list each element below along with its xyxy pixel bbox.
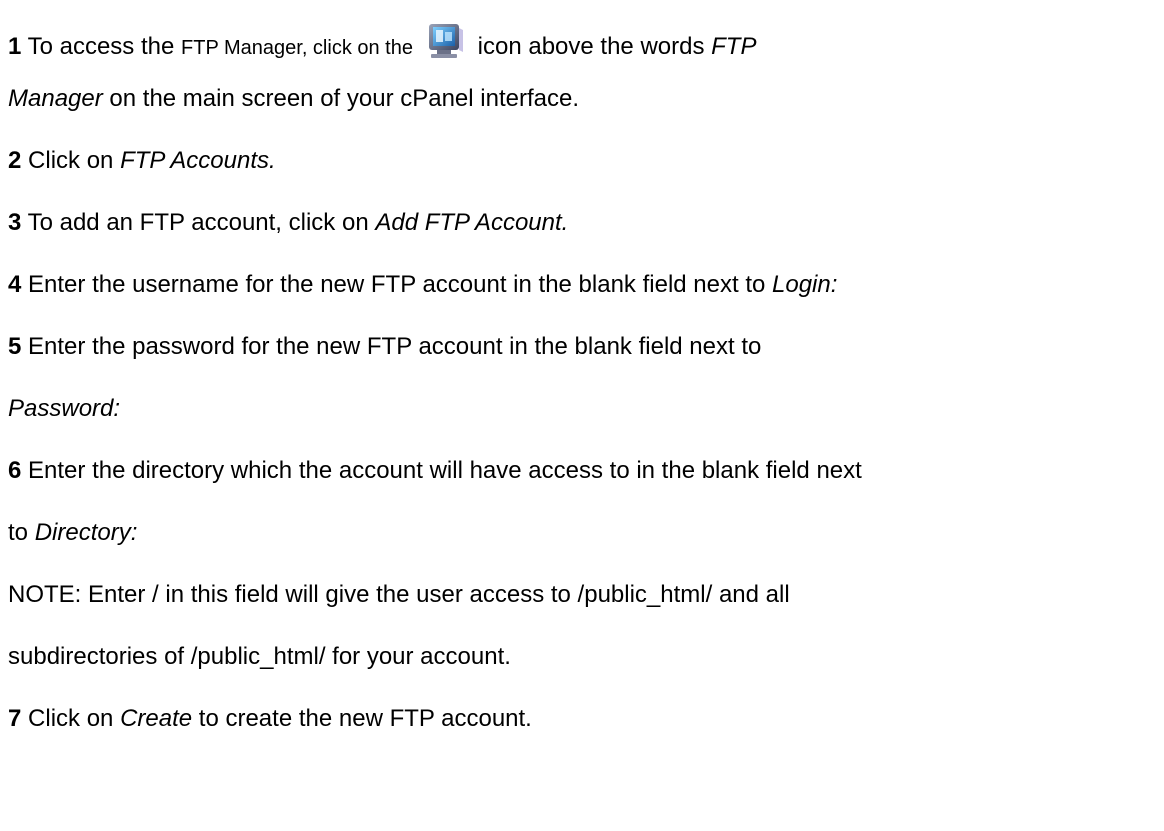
step-text-italic: Login:: [772, 271, 838, 298]
step-text: FTP Manager, click on the: [181, 37, 413, 59]
ftp-manager-monitor-icon: [425, 22, 465, 60]
step-text-italic: Directory:: [34, 519, 138, 546]
step-5-line-2: Password:: [8, 394, 120, 424]
step-number: 4: [8, 271, 22, 298]
step-2: 2 Click on FTP Accounts.: [8, 146, 276, 176]
step-text-italic: Password:: [8, 395, 121, 422]
step-text: to create the new FTP account.: [198, 705, 532, 732]
step-text-italic: FTP: [711, 33, 757, 60]
step-1-line-1: 1 To access the FTP Manager, click on th…: [8, 22, 756, 63]
step-number: 3: [8, 209, 22, 236]
step-1-line-2: Manager on the main screen of your cPane…: [8, 84, 579, 114]
step-text: Click on: [28, 705, 114, 732]
step-text-italic: Add FTP Account.: [375, 209, 569, 236]
step-text: Enter the username for the new FTP accou…: [28, 271, 766, 298]
step-text: Click on: [28, 147, 114, 174]
step-number: 2: [8, 147, 22, 174]
note-line-2: subdirectories of /public_html/ for your…: [8, 642, 511, 672]
step-number: 5: [8, 333, 22, 360]
step-text: on the main screen of your cPanel interf…: [109, 85, 579, 112]
step-text: icon above the words: [477, 33, 705, 60]
step-text-italic: FTP Accounts.: [120, 147, 276, 174]
step-6-line-2: to Directory:: [8, 518, 137, 548]
step-text: Enter the directory which the account wi…: [28, 457, 862, 484]
step-number: 7: [8, 705, 22, 732]
step-text-italic: Create: [120, 705, 193, 732]
step-6-line-1: 6 Enter the directory which the account …: [8, 456, 862, 486]
step-7: 7 Click on Create to create the new FTP …: [8, 704, 532, 734]
step-5-line-1: 5 Enter the password for the new FTP acc…: [8, 332, 761, 362]
step-number: 6: [8, 457, 22, 484]
step-number: 1: [8, 33, 22, 60]
step-3: 3 To add an FTP account, click on Add FT…: [8, 208, 568, 238]
step-4: 4 Enter the username for the new FTP acc…: [8, 270, 837, 300]
note-text: subdirectories of /public_html/ for your…: [8, 643, 511, 670]
step-text: Enter the password for the new FTP accou…: [28, 333, 762, 360]
note-text: NOTE: Enter / in this field will give th…: [8, 581, 790, 608]
step-text: To access the: [27, 33, 175, 60]
step-text-italic: Manager: [8, 85, 103, 112]
step-text: to: [8, 519, 29, 546]
note-line-1: NOTE: Enter / in this field will give th…: [8, 580, 790, 610]
step-text: To add an FTP account, click on: [27, 209, 369, 236]
